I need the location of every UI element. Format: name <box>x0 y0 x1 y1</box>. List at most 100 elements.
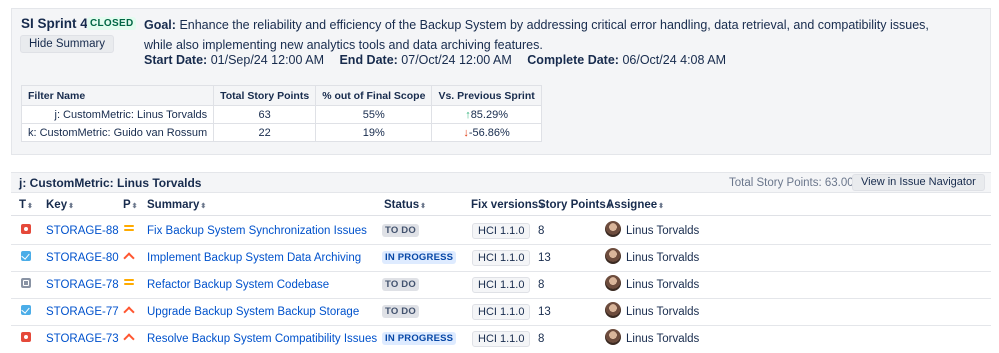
priority-medium-icon <box>124 223 134 233</box>
filter-name: k: CustomMetric: Guido van Rossum <box>20 123 215 142</box>
assignee-name: Linus Torvalds <box>626 306 700 318</box>
fix-version-tag: HCI 1.1.0 <box>472 250 531 266</box>
issues-section-title: j: CustomMetric: Linus Torvalds <box>19 176 202 190</box>
issue-key-link[interactable]: STORAGE-80 <box>46 252 119 264</box>
goal-label: Goal: <box>144 18 176 32</box>
total-story-points-header: Total Story Points <box>213 85 317 106</box>
column-header-summary[interactable]: Summary⬍ <box>147 199 206 211</box>
header-divider <box>11 215 991 216</box>
end-date-label: End Date: <box>339 53 398 67</box>
column-header-status[interactable]: Status⬍ <box>384 199 426 211</box>
issue-summary-link[interactable]: Upgrade Backup System Backup Storage <box>147 306 359 318</box>
filter-vs-value: -56.86% <box>468 126 510 139</box>
priority-high-icon <box>124 250 134 260</box>
issue-summary-link[interactable]: Refactor Backup System Codebase <box>147 279 329 291</box>
bug-icon <box>21 224 31 234</box>
start-date-value: 01/Sep/24 12:00 AM <box>210 53 324 67</box>
filter-points: 22 <box>213 123 317 142</box>
issue-summary-link[interactable]: Implement Backup System Data Archiving <box>147 252 361 264</box>
table-row[interactable]: STORAGE-77 Upgrade Backup System Backup … <box>11 299 991 326</box>
table-row[interactable]: STORAGE-78 Refactor Backup System Codeba… <box>11 272 991 299</box>
sort-icon: ⬍ <box>131 203 138 210</box>
status-lozenge: TO DO <box>382 224 419 237</box>
issues-section-header: j: CustomMetric: Linus Torvalds Total St… <box>11 172 991 193</box>
avatar <box>605 221 621 237</box>
sprint-dates: Start Date: 01/Sep/24 12:00 AM End Date:… <box>144 53 726 67</box>
story-points-value: 8 <box>538 279 545 291</box>
issue-summary-link[interactable]: Fix Backup System Synchronization Issues <box>147 225 367 237</box>
issue-key-link[interactable]: STORAGE-77 <box>46 306 119 318</box>
total-story-points: Total Story Points: 63.00 <box>729 177 854 189</box>
story-points-value: 13 <box>538 252 551 264</box>
hide-summary-button[interactable]: Hide Summary <box>20 35 115 53</box>
status-lozenge: TO DO <box>382 305 419 318</box>
column-header-type[interactable]: T⬍ <box>19 199 33 211</box>
status-lozenge: IN PROGRESS <box>382 251 457 264</box>
sort-icon: ⬍ <box>200 203 207 210</box>
sort-icon: ⬍ <box>68 203 74 210</box>
table-row[interactable]: STORAGE-73 Resolve Backup System Compati… <box>11 326 991 353</box>
column-header-key[interactable]: Key⬍ <box>46 199 74 211</box>
filter-summary-table: Filter Name Total Story Points % out of … <box>20 85 542 142</box>
task-icon <box>21 305 31 315</box>
filter-vs-previous: ↓-56.86% <box>431 123 542 142</box>
assignee-name: Linus Torvalds <box>626 225 700 237</box>
start-date-label: Start Date: <box>144 53 208 67</box>
assignee-name: Linus Torvalds <box>626 252 700 264</box>
story-points-value: 8 <box>538 333 545 345</box>
fix-version-tag: HCI 1.1.0 <box>472 223 531 239</box>
table-row[interactable]: STORAGE-88 Fix Backup System Synchroniza… <box>11 218 991 245</box>
sprint-goal: Goal: Enhance the reliability and effici… <box>144 15 944 55</box>
filter-name: j: CustomMetric: Linus Torvalds <box>20 105 215 124</box>
vs-previous-sprint-header: Vs. Previous Sprint <box>431 85 542 106</box>
filter-pct: 19% <box>315 123 433 142</box>
avatar <box>605 302 621 318</box>
status-badge: CLOSED <box>87 17 137 30</box>
filter-pct: 55% <box>315 105 433 124</box>
sprint-summary-panel: SI Sprint 46 CLOSED Hide Summary Goal: E… <box>11 8 991 155</box>
sprint-title: SI Sprint 46 <box>21 16 96 31</box>
pct-final-scope-header: % out of Final Scope <box>315 85 433 106</box>
avatar <box>605 275 621 291</box>
end-date-value: 07/Oct/24 12:00 AM <box>401 53 512 67</box>
issue-summary-link[interactable]: Resolve Backup System Compatibility Issu… <box>147 333 377 345</box>
column-header-story-points[interactable]: Story Points⬍ <box>538 199 613 211</box>
column-header-fix-versions[interactable]: Fix versions⬍ <box>471 199 545 211</box>
sort-icon: ⬍ <box>27 203 33 210</box>
status-lozenge: TO DO <box>382 278 419 291</box>
issue-key-link[interactable]: STORAGE-78 <box>46 279 119 291</box>
filter-row: k: CustomMetric: Guido van Rossum 22 19%… <box>20 123 542 142</box>
filter-name-header: Filter Name <box>20 85 215 106</box>
story-points-value: 13 <box>538 306 551 318</box>
view-in-issue-navigator-button[interactable]: View in Issue Navigator <box>852 174 985 191</box>
avatar <box>605 248 621 264</box>
filter-points: 63 <box>213 105 317 124</box>
table-row[interactable]: STORAGE-80 Implement Backup System Data … <box>11 245 991 272</box>
complete-date-label: Complete Date: <box>527 53 619 67</box>
task-icon <box>21 251 31 261</box>
goal-text: Enhance the reliability and efficiency o… <box>144 18 929 52</box>
complete-date-value: 06/Oct/24 4:08 AM <box>622 53 726 67</box>
story-points-value: 8 <box>538 225 545 237</box>
priority-high-icon <box>124 304 134 314</box>
column-header-priority[interactable]: P⬍ <box>123 199 138 211</box>
filter-vs-previous: ↑85.29% <box>431 105 542 124</box>
avatar <box>605 329 621 345</box>
priority-medium-icon <box>124 277 134 287</box>
subtask-icon <box>21 278 31 288</box>
priority-high-icon <box>124 331 134 341</box>
filter-row: j: CustomMetric: Linus Torvalds 63 55% ↑… <box>20 105 542 124</box>
sort-icon: ⬍ <box>420 203 427 210</box>
assignee-name: Linus Torvalds <box>626 333 700 345</box>
issue-key-link[interactable]: STORAGE-88 <box>46 225 119 237</box>
column-header-assignee[interactable]: Assignee⬍ <box>606 199 664 211</box>
fix-version-tag: HCI 1.1.0 <box>472 304 531 320</box>
assignee-name: Linus Torvalds <box>626 279 700 291</box>
fix-version-tag: HCI 1.1.0 <box>472 277 531 293</box>
filter-table-header-row: Filter Name Total Story Points % out of … <box>20 85 542 106</box>
issue-key-link[interactable]: STORAGE-73 <box>46 333 119 345</box>
filter-vs-value: 85.29% <box>470 108 508 121</box>
sort-icon: ⬍ <box>658 203 665 210</box>
status-lozenge: IN PROGRESS <box>382 332 457 345</box>
fix-version-tag: HCI 1.1.0 <box>472 331 531 347</box>
